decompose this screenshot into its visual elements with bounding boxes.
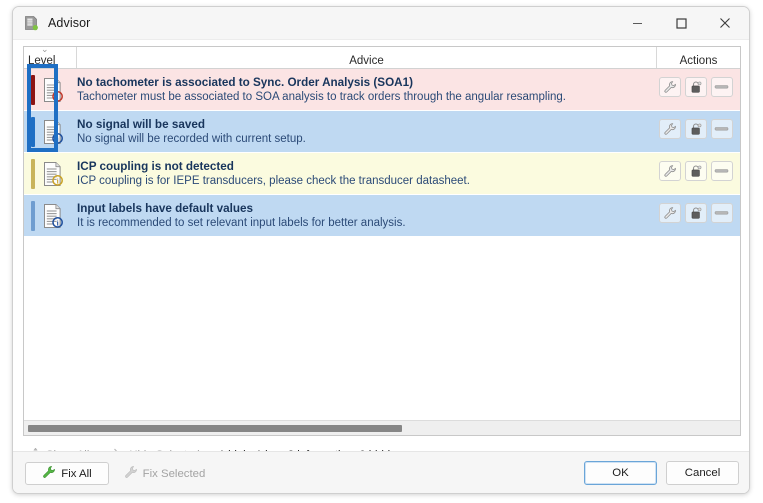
advice-document-icon: i xyxy=(40,195,66,236)
advice-description: ICP coupling is for IEPE transducers, pl… xyxy=(77,174,470,187)
advice-text: No tachometer is associated to Sync. Ord… xyxy=(66,69,656,110)
minimize-button[interactable] xyxy=(615,7,659,40)
severity-bar-low xyxy=(31,117,35,147)
close-button[interactable] xyxy=(703,7,747,40)
row-actions xyxy=(656,195,740,236)
ok-button[interactable]: OK xyxy=(584,461,657,485)
severity-bar-information xyxy=(31,159,35,189)
advice-document-icon: ! xyxy=(40,69,66,110)
column-header-advice[interactable]: Advice xyxy=(76,47,656,68)
action-lock-icon[interactable] xyxy=(685,203,707,223)
cancel-label: Cancel xyxy=(684,467,721,479)
advice-document-icon: i xyxy=(40,153,66,194)
cancel-button[interactable]: Cancel xyxy=(666,461,739,485)
action-fix-wrench-icon[interactable] xyxy=(659,203,681,223)
action-lock-icon[interactable] xyxy=(685,161,707,181)
action-hide-dash-icon[interactable] xyxy=(711,119,733,139)
horizontal-scrollbar-thumb[interactable] xyxy=(28,425,402,432)
row-actions xyxy=(656,111,740,152)
advice-document-icon: i xyxy=(40,111,66,152)
maximize-button[interactable] xyxy=(659,7,703,40)
table-row[interactable]: i No signal will be saved No signal will b… xyxy=(24,111,740,153)
svg-text:i: i xyxy=(57,176,59,185)
advice-title: Input labels have default values xyxy=(77,201,254,215)
severity-bar-information xyxy=(31,201,35,231)
window-controls xyxy=(615,7,749,40)
svg-text:i: i xyxy=(57,134,59,143)
svg-text:!: ! xyxy=(56,92,58,101)
table-row[interactable]: i Input labels have default values It is r… xyxy=(24,195,740,237)
advisor-document-icon xyxy=(23,15,39,31)
severity-bar-high xyxy=(31,75,35,105)
action-hide-dash-icon[interactable] xyxy=(711,203,733,223)
advice-text: No signal will be saved No signal will be… xyxy=(66,111,656,152)
advisor-dialog-window: Advisor ⌄ Level Advice Actions ! No tach… xyxy=(12,6,750,494)
wrench-icon xyxy=(124,465,138,482)
column-header-level-label: Level xyxy=(28,55,56,67)
row-actions xyxy=(656,153,740,194)
fix-all-button[interactable]: Fix All xyxy=(25,462,109,485)
advice-description: It is recommended to set relevant input … xyxy=(77,216,406,229)
column-header-actions-label: Actions xyxy=(679,55,718,67)
action-fix-wrench-icon[interactable] xyxy=(659,77,681,97)
fix-selected-button[interactable]: Fix Selected xyxy=(117,462,212,485)
table-header: ⌄ Level Advice Actions xyxy=(24,47,740,69)
advice-description: No signal will be recorded with current … xyxy=(77,132,306,145)
svg-text:i: i xyxy=(57,218,59,227)
action-lock-icon[interactable] xyxy=(685,77,707,97)
list-empty-area xyxy=(24,237,740,420)
advice-text: Input labels have default values It is re… xyxy=(66,195,656,236)
action-fix-wrench-icon[interactable] xyxy=(659,119,681,139)
advice-title: No tachometer is associated to Sync. Ord… xyxy=(77,75,414,89)
window-title: Advisor xyxy=(48,16,91,30)
fix-selected-label: Fix Selected xyxy=(142,467,206,480)
advice-title: No signal will be saved xyxy=(77,117,205,131)
advice-text: ICP coupling is not detected ICP coupling… xyxy=(66,153,656,194)
table-body: ! No tachometer is associated to Sync. Or… xyxy=(24,69,740,237)
column-header-level[interactable]: ⌄ Level xyxy=(24,47,76,68)
table-row[interactable]: ! No tachometer is associated to Sync. Or… xyxy=(24,69,740,111)
horizontal-scrollbar[interactable] xyxy=(24,420,740,435)
action-hide-dash-icon[interactable] xyxy=(711,77,733,97)
wrench-icon xyxy=(42,465,56,482)
title-bar: Advisor xyxy=(13,7,749,40)
action-fix-wrench-icon[interactable] xyxy=(659,161,681,181)
action-hide-dash-icon[interactable] xyxy=(711,161,733,181)
table-row[interactable]: i ICP coupling is not detected ICP couplin… xyxy=(24,153,740,195)
column-header-advice-label: Advice xyxy=(349,55,384,67)
fix-all-label: Fix All xyxy=(61,467,92,480)
advice-description: Tachometer must be associated to SOA ana… xyxy=(77,90,567,103)
dialog-footer: Fix All Fix Selected OK Cancel xyxy=(13,451,749,493)
ok-label: OK xyxy=(612,467,629,479)
advice-list[interactable]: ⌄ Level Advice Actions ! No tachometer is… xyxy=(23,46,741,436)
row-actions xyxy=(656,69,740,110)
chevron-down-icon: ⌄ xyxy=(41,46,49,54)
action-lock-icon[interactable] xyxy=(685,119,707,139)
advice-title: ICP coupling is not detected xyxy=(77,159,234,173)
column-header-actions[interactable]: Actions xyxy=(656,47,740,68)
